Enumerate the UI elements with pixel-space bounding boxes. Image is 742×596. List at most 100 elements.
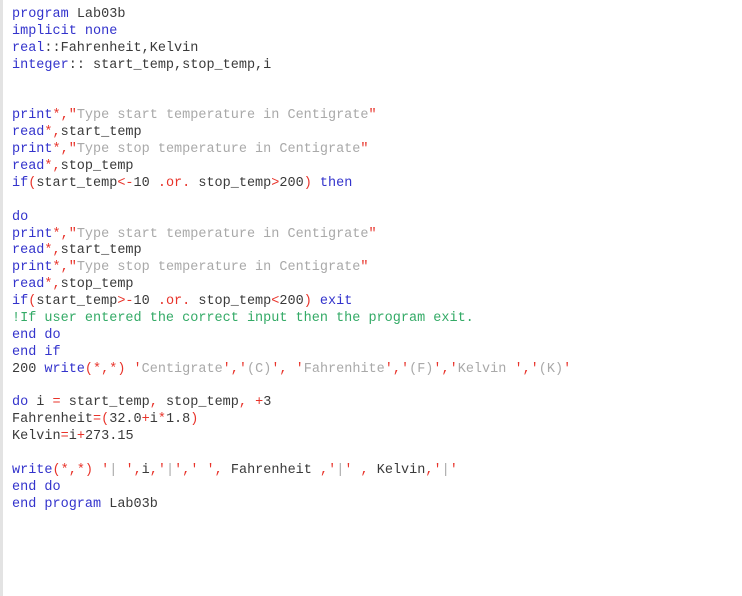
- token-str: Centigrate: [141, 361, 223, 377]
- token-op: ,: [149, 463, 158, 479]
- token-id: ::: [44, 40, 61, 56]
- token-id: 10: [133, 175, 158, 191]
- token-id: Lab03b: [101, 496, 158, 512]
- token-id: 273.15: [84, 429, 134, 445]
- token-kw: end program: [12, 496, 102, 512]
- token-id: Lab03b: [68, 7, 126, 22]
- code-line: read*,start_temp: [12, 125, 742, 142]
- token-str: Fahrenhite: [303, 361, 385, 377]
- token-op: *,: [44, 277, 61, 293]
- token-str: (C): [247, 361, 272, 377]
- token-kw: end if: [12, 344, 61, 360]
- token-id: stop_temp: [157, 395, 239, 411]
- token-id: start_temp: [60, 243, 142, 259]
- token-str: Type stop temperature in Centigrate: [76, 142, 361, 158]
- token-op: ': [384, 361, 393, 377]
- token-id: Fahrenheit: [60, 40, 142, 56]
- token-id: [288, 362, 296, 377]
- code-line: end program Lab03b: [12, 497, 742, 514]
- token-op: ,: [149, 395, 158, 411]
- token-str: |: [109, 463, 126, 479]
- code-line: program Lab03b: [12, 7, 742, 24]
- token-id: i: [141, 463, 150, 479]
- code-line: do i = start_temp, stop_temp, +3: [12, 395, 742, 412]
- code-line: read*,stop_temp: [12, 277, 742, 294]
- token-str: |: [441, 463, 450, 479]
- token-id: Kelvin: [149, 40, 199, 56]
- token-cmt: !If user entered the correct input then …: [12, 311, 474, 327]
- token-op: ,: [360, 463, 369, 479]
- token-op: .or.: [157, 294, 191, 310]
- code-line: do: [12, 210, 742, 227]
- token-op: ): [303, 294, 312, 310]
- code-line: real::Fahrenheit,Kelvin: [12, 41, 742, 58]
- token-id: stop_temp: [190, 175, 272, 191]
- token-id: [312, 176, 320, 191]
- token-kw: integer: [12, 57, 69, 73]
- token-id: [247, 395, 255, 410]
- token-kw: write: [12, 463, 53, 479]
- token-str: [198, 463, 206, 478]
- token-id: Fahrenheit: [222, 463, 320, 479]
- token-op: ': [206, 463, 215, 479]
- token-kw: print: [12, 108, 53, 124]
- token-op: ': [174, 463, 183, 479]
- token-op: ': [222, 361, 231, 377]
- token-op: ": [68, 142, 77, 158]
- token-op: ": [360, 142, 369, 158]
- token-id: start_temp: [36, 294, 118, 310]
- token-kw: if: [12, 175, 29, 191]
- token-op: ': [514, 361, 523, 377]
- token-op: ': [157, 463, 166, 479]
- token-op: ": [368, 226, 377, 242]
- token-str: Type start temperature in Centigrate: [76, 108, 369, 124]
- token-op: ): [303, 175, 312, 191]
- code-listing[interactable]: program Lab03b implicit nonereal::Fahrenh…: [0, 0, 742, 596]
- token-id: i: [149, 412, 158, 428]
- token-id: [93, 463, 101, 478]
- code-line: end if: [12, 345, 742, 362]
- token-op: *,: [52, 108, 69, 124]
- code-line: print*,"Type stop temperature in Centigr…: [12, 260, 742, 277]
- token-op: =: [52, 395, 61, 411]
- token-op: ): [190, 412, 199, 428]
- token-op: ": [68, 226, 77, 242]
- token-kw: print: [12, 142, 53, 158]
- token-kw: read: [12, 125, 45, 141]
- token-op: *,: [52, 226, 69, 242]
- token-op: (*,*): [52, 463, 94, 479]
- token-kw: implicit none: [12, 23, 118, 39]
- token-op: >-: [117, 294, 134, 310]
- token-id: stop_temp: [190, 294, 272, 310]
- token-op: .or.: [157, 175, 191, 191]
- token-kw: print: [12, 226, 53, 242]
- token-id: i: [28, 395, 53, 411]
- token-id: Fahrenheit: [12, 412, 94, 428]
- token-id: 32.0: [109, 412, 142, 428]
- token-kw: read: [12, 277, 45, 293]
- code-line: Fahrenheit=(32.0+i*1.8): [12, 412, 742, 429]
- token-op: ': [238, 361, 247, 377]
- token-kw: if: [12, 294, 29, 310]
- token-op: ': [563, 361, 572, 377]
- code-line: integer:: start_temp,stop_temp,i: [12, 58, 742, 75]
- code-line: 200 write(*,*) 'Centigrate','(C)', 'Fahr…: [12, 362, 742, 379]
- token-str: (F): [409, 361, 434, 377]
- token-kw: write: [44, 361, 85, 377]
- token-op: +: [255, 395, 264, 411]
- token-kw: then: [319, 175, 353, 191]
- token-id: stop_temp: [60, 277, 134, 293]
- token-op: ,: [522, 361, 531, 377]
- code-line: if(start_temp>-10 .or. stop_temp<200) ex…: [12, 294, 742, 311]
- token-id: Kelvin: [368, 463, 426, 479]
- token-op: ,: [279, 361, 288, 377]
- token-op: ,: [214, 463, 223, 479]
- token-kw: read: [12, 159, 45, 175]
- token-op: ': [328, 463, 337, 479]
- code-line: implicit none: [12, 24, 742, 41]
- token-op: ,: [392, 361, 401, 377]
- token-op: *,: [44, 159, 61, 175]
- token-id: [312, 294, 320, 309]
